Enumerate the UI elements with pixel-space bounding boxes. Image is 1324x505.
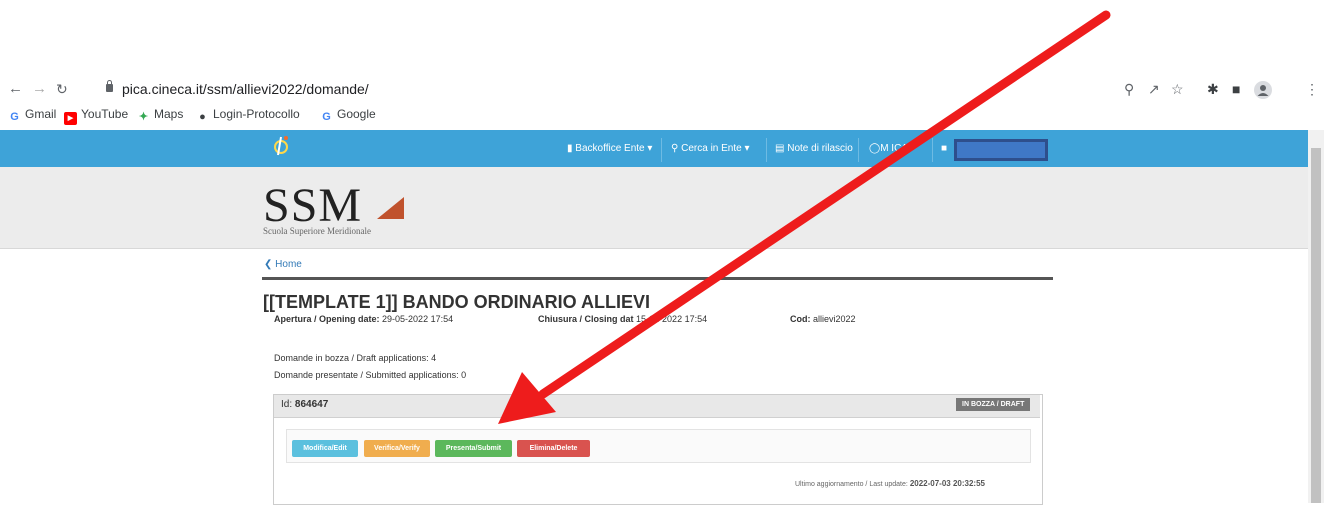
annotation-arrow [498,10,1111,424]
